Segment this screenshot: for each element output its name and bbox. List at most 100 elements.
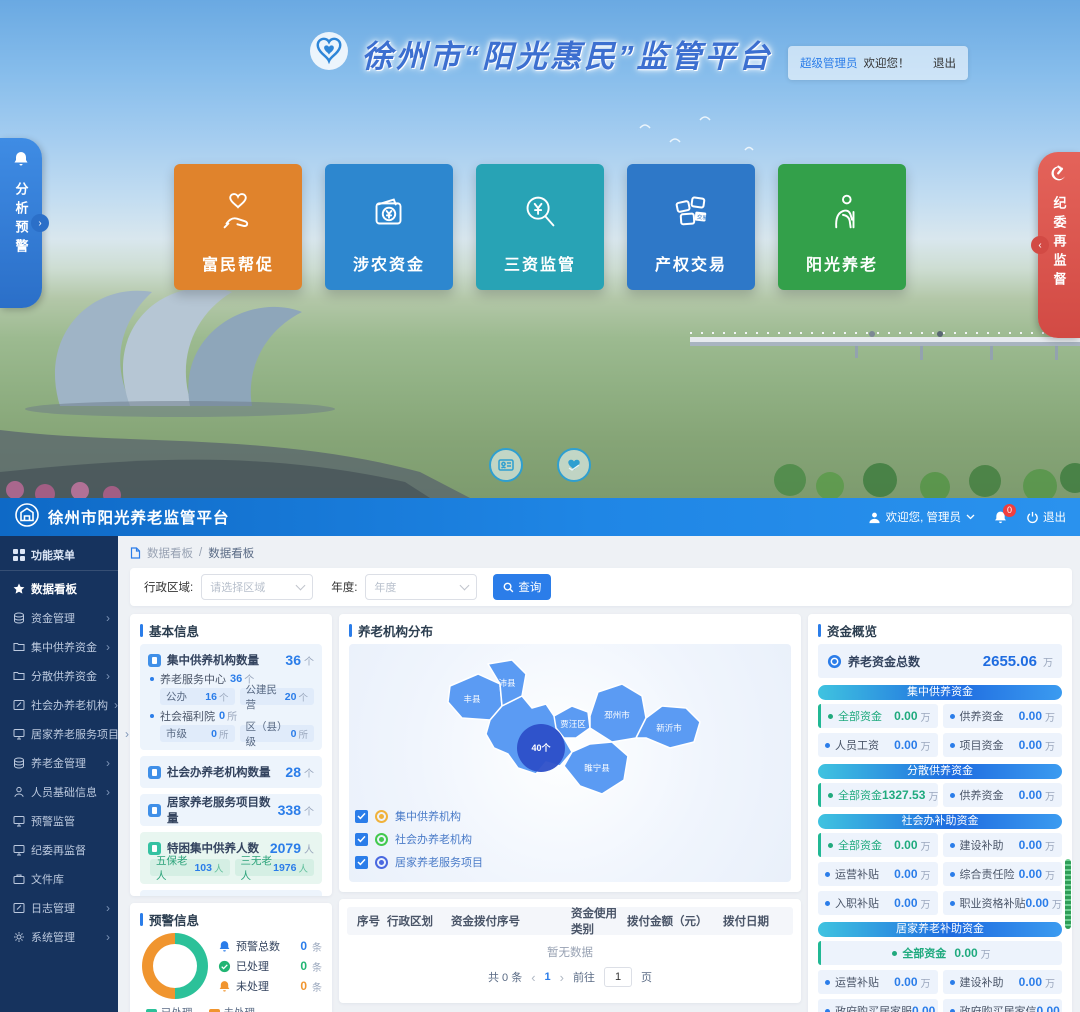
heart-care-icon[interactable] (557, 448, 591, 482)
fund-stat: 政府购买居家服 0.00 万 (818, 999, 938, 1012)
chip-unit: 人 (298, 861, 308, 875)
map-legend-item: 居家养老服务项目 (355, 854, 483, 870)
fund-unit: 万 (1045, 975, 1055, 990)
fund-label: 建设补助 (960, 974, 1004, 990)
checkbox-checked-icon[interactable] (355, 810, 368, 823)
page-input[interactable] (604, 967, 632, 987)
chip-label: 五保老人 (156, 853, 194, 883)
welcome-user-text: 欢迎您, 管理员 (886, 509, 961, 525)
fund-stat: 项目资金 0.00 万 (943, 733, 1063, 757)
col-header-index: 序号 (347, 913, 387, 929)
fund-label: 供养资金 (960, 708, 1004, 724)
gear-icon (13, 931, 25, 943)
prev-page-button[interactable]: ‹ (531, 970, 535, 985)
sidebar-item-social-elderly-institutions[interactable]: 社会办养老机构› (0, 690, 118, 719)
fund-value: 0.00 (1019, 709, 1042, 723)
map-legend-item: 集中供养机构 (355, 808, 483, 824)
fund-unit: 万 (1052, 896, 1062, 911)
sidebar-item-decentralized-support-funds[interactable]: 分散供养资金› (0, 661, 118, 690)
stat-value: 2079 (270, 840, 301, 856)
breadcrumb-separator: / (199, 547, 202, 559)
region-select[interactable]: 请选择区域 (201, 574, 313, 600)
district-label[interactable]: 沛县 (498, 678, 516, 688)
tile-fumin-bangcu[interactable]: 富民帮促 (174, 164, 302, 290)
logout-link[interactable]: 退出 (933, 55, 956, 71)
elder-cane-icon (819, 188, 865, 241)
chevron-right-icon: › (106, 902, 110, 914)
map-legend: 集中供养机构 社会办养老机构 居家养老服务项目 (355, 808, 483, 870)
header-actions: 欢迎您, 管理员 0 退出 (868, 509, 1066, 525)
tile-shenong-zijin[interactable]: 涉农资金 (325, 164, 453, 290)
current-page-button[interactable]: 1 (545, 971, 551, 983)
pagination: 共 0 条 ‹ 1 › 前往 页 (347, 967, 793, 987)
user-menu[interactable]: 欢迎您, 管理员 (868, 509, 975, 525)
sidebar-item-discipline-supervision[interactable]: 纪委再监督 (0, 835, 118, 864)
breadcrumb-root[interactable]: 数据看板 (147, 545, 193, 561)
sidebar-item-dashboard[interactable]: 数据看板 (0, 574, 118, 603)
portal-tiles: 富民帮促 涉农资金 三资监管 (174, 164, 906, 290)
district-label[interactable]: 邳州市 (604, 710, 630, 720)
year-select[interactable]: 年度 (365, 574, 477, 600)
chevron-right-icon: › (106, 670, 110, 682)
district-label[interactable]: 丰县 (463, 694, 481, 704)
fund-unit: 万 (921, 738, 931, 753)
bullet-icon (950, 714, 955, 719)
monitor-icon (13, 815, 25, 827)
warning-info-panel: 预警信息 预警总数 0 条 (130, 903, 332, 1012)
sidebar-item-label: 系统管理 (31, 929, 75, 945)
sidebar-item-funds-management[interactable]: 资金管理› (0, 603, 118, 632)
sidebar-item-warning-supervision[interactable]: 预警监管 (0, 806, 118, 835)
fund-stat: 建设补助 0.00 万 (943, 970, 1063, 994)
fund-label: 供养资金 (960, 787, 1004, 803)
sidebar-item-label: 社会办养老机构 (31, 697, 108, 713)
scrollbar-thumb[interactable] (1065, 859, 1071, 929)
district-label[interactable]: 睢宁县 (584, 763, 610, 773)
sidebar-item-log-management[interactable]: 日志管理› (0, 893, 118, 922)
sidebar: 功能菜单 数据看板 资金管理› 集中供养资金› 分散供养资金› 社会办养老机构› (0, 536, 118, 1012)
sidebar-item-personnel-info[interactable]: 人员基础信息› (0, 777, 118, 806)
fund-unit: 万 (921, 975, 931, 990)
checkbox-checked-icon[interactable] (355, 856, 368, 869)
stat-value: 36 (285, 652, 301, 668)
tile-yangguang-yanglao[interactable]: 阳光养老 (778, 164, 906, 290)
sidebar-item-label: 养老金管理 (31, 755, 86, 771)
analysis-warning-tab[interactable]: 分析预警 › (0, 138, 42, 308)
stat-unit: 个 (304, 765, 314, 780)
sidebar-item-label: 集中供养资金 (31, 639, 97, 655)
sidebar-item-pension-management[interactable]: 养老金管理› (0, 748, 118, 777)
star-icon (13, 583, 25, 595)
fund-stats-grid: 全部资金 1327.53 万 供养资金 0.00 万 (818, 783, 1062, 807)
year-placeholder: 年度 (374, 579, 396, 595)
id-card-icon[interactable] (489, 448, 523, 482)
notification-bell-icon[interactable]: 0 (993, 510, 1008, 525)
search-button[interactable]: 查询 (493, 574, 551, 600)
fund-stat: 运营补贴 0.00 万 (818, 970, 938, 994)
district-label[interactable]: 新沂市 (656, 723, 682, 733)
sidebar-item-system-management[interactable]: 系统管理› (0, 922, 118, 951)
stat-chip: 区（县）级0所 (240, 725, 315, 742)
fund-value: 0.00 (1026, 896, 1049, 910)
briefcase-icon (13, 873, 25, 885)
social-marker-icon (375, 833, 388, 846)
bullet-icon (825, 872, 830, 877)
fund-label: 政府购买居家信 (960, 1003, 1037, 1012)
logout-button[interactable]: 退出 (1026, 509, 1066, 525)
sidebar-item-file-library[interactable]: 文件库 (0, 864, 118, 893)
warning-stat-value: 0 (300, 959, 307, 973)
district-label[interactable]: 贾汪区 (560, 719, 586, 729)
stat-unit: 人 (304, 841, 314, 856)
tile-chanquan-jiaoyi[interactable]: 交易 产权交易 (627, 164, 755, 290)
notification-badge: 0 (1003, 504, 1016, 517)
sidebar-item-home-care-projects[interactable]: 居家养老服务项目› (0, 719, 118, 748)
fund-unit: 万 (921, 838, 931, 853)
next-page-button[interactable]: › (560, 970, 564, 985)
monitor-icon (13, 844, 25, 856)
bullet-icon (825, 1009, 830, 1012)
fund-unit: 万 (1045, 709, 1055, 724)
checkbox-checked-icon[interactable] (355, 833, 368, 846)
sidebar-item-centralized-support-funds[interactable]: 集中供养资金 › (0, 632, 118, 661)
stat-unit: 个 (304, 803, 314, 818)
chevron-right-icon: › (106, 641, 110, 653)
tile-sanzi-jianguan[interactable]: 三资监管 (476, 164, 604, 290)
discipline-supervision-tab[interactable]: 纪委再监督 ‹ (1038, 152, 1080, 338)
